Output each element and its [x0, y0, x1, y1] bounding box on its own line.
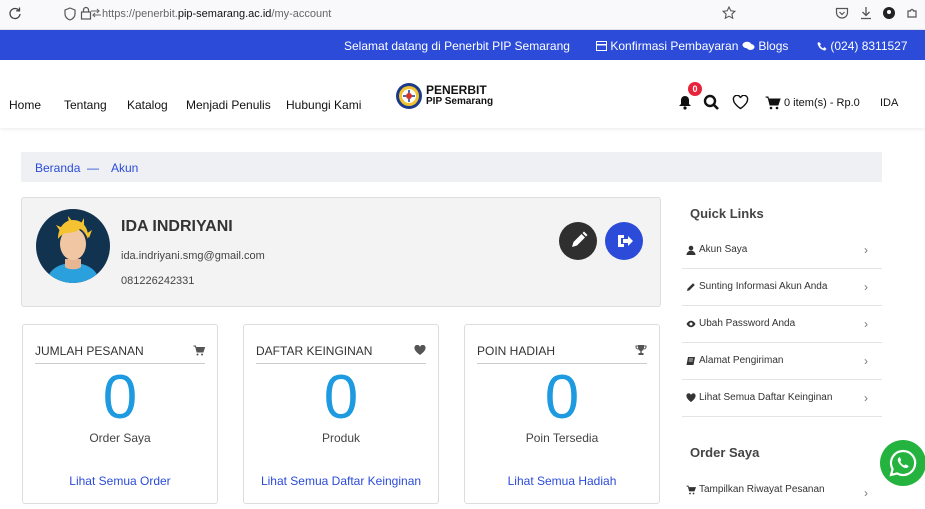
quick-link-ubah-password[interactable]: Ubah Password Anda › — [682, 306, 882, 343]
quick-link-label: Ubah Password Anda — [699, 318, 796, 329]
quick-link-sunting-informasi[interactable]: Sunting Informasi Akun Anda › — [682, 269, 882, 306]
stat-subtitle: Poin Tersedia — [525, 431, 599, 445]
phone-icon — [817, 42, 827, 51]
url-bar[interactable]: https://penerbit.pip-semarang.ac.id/my-a… — [102, 8, 331, 20]
search-icon[interactable] — [703, 94, 720, 111]
stat-card-orders: JUMLAH PESANAN 0 Order Saya Lihat Semua … — [22, 324, 218, 504]
breadcrumb-home[interactable]: Beranda — [35, 161, 80, 175]
profile-phone: 081226242331 — [121, 275, 195, 287]
blogs-link[interactable]: Blogs — [742, 39, 788, 53]
profile-card: IDA INDRIYANI ida.indriyani.smg@gmail.co… — [21, 197, 661, 307]
chevron-right-icon: › — [864, 317, 868, 331]
stat-title: POIN HADIAH — [477, 344, 556, 358]
stat-value: 0 — [544, 363, 580, 432]
breadcrumb-current: Akun — [111, 161, 139, 175]
chevron-right-icon: › — [864, 243, 868, 257]
stat-value: 0 — [102, 363, 138, 432]
stat-title: JUMLAH PESANAN — [35, 344, 144, 358]
quick-link-alamat-pengiriman[interactable]: Alamat Pengiriman › — [682, 343, 882, 380]
reload-icon[interactable] — [8, 6, 22, 20]
stat-value: 0 — [323, 363, 359, 432]
stat-title: DAFTAR KEINGINAN — [256, 344, 373, 358]
breadcrumb-separator: — — [87, 161, 99, 175]
welcome-text: Selamat datang di Penerbit PIP Semarang — [344, 39, 570, 53]
chevron-right-icon: › — [864, 280, 868, 294]
stat-card-wishlist: DAFTAR KEINGINAN 0 Produk Lihat Semua Da… — [243, 324, 439, 504]
profile-name: IDA INDRIYANI — [121, 218, 233, 235]
cart-icon[interactable] — [765, 96, 781, 110]
pocket-icon[interactable] — [835, 7, 849, 20]
shield-icon[interactable] — [64, 7, 76, 21]
nav-katalog[interactable]: Katalog — [127, 98, 168, 112]
pencil-icon — [572, 231, 588, 247]
site-logo[interactable]: PENERBIT PIP Semarang — [395, 82, 493, 110]
quick-link-label: Lihat Semua Daftar Keinginan — [699, 392, 833, 403]
notification-badge: 0 — [688, 82, 702, 96]
bookmark-star-icon[interactable] — [722, 6, 736, 20]
trophy-icon — [635, 344, 647, 356]
quick-link-label: Tampilkan Riwayat Pesanan — [699, 484, 825, 495]
logo-text-line1: PENERBIT — [426, 83, 487, 97]
account-icon[interactable] — [882, 6, 896, 20]
quick-link-label: Alamat Pengiriman — [699, 355, 784, 366]
whatsapp-icon — [889, 449, 917, 477]
quick-link-riwayat-pesanan[interactable]: Tampilkan Riwayat Pesanan › — [682, 472, 882, 509]
extensions-icon[interactable] — [905, 6, 919, 20]
cart-summary[interactable]: 0 item(s) - Rp.0 — [784, 97, 860, 109]
whatsapp-button[interactable] — [880, 440, 925, 486]
stat-subtitle: Order Saya — [89, 431, 151, 445]
cart-icon — [193, 345, 205, 356]
breadcrumb: Beranda — Akun — [21, 152, 882, 182]
nav-hubungi-kami[interactable]: Hubungi Kami — [286, 98, 361, 112]
user-icon — [686, 245, 696, 255]
confirm-payment-link[interactable]: Konfirmasi Pembayaran — [596, 39, 738, 53]
logo-emblem — [396, 83, 422, 109]
eye-icon — [686, 320, 696, 328]
browser-toolbar: https://penerbit.pip-semarang.ac.id/my-a… — [0, 0, 925, 30]
stat-card-rewards: POIN HADIAH 0 Poin Tersedia Lihat Semua … — [464, 324, 660, 504]
card-icon — [596, 41, 607, 51]
main-nav: Home Tentang Katalog Menjadi Penulis Hub… — [0, 60, 925, 128]
profile-email: ida.indriyani.smg@gmail.com — [121, 250, 265, 262]
nav-menjadi-penulis[interactable]: Menjadi Penulis — [186, 98, 271, 112]
pencil-icon — [687, 283, 695, 291]
heart-icon — [414, 345, 426, 356]
permissions-icon[interactable] — [90, 7, 102, 19]
logout-button[interactable] — [605, 222, 643, 260]
stat-subtitle: Produk — [321, 431, 361, 445]
cart-icon — [686, 485, 696, 495]
sign-out-icon — [618, 235, 633, 247]
quick-link-label: Sunting Informasi Akun Anda — [699, 281, 828, 292]
chevron-right-icon: › — [864, 486, 868, 500]
quick-links-title: Quick Links — [690, 206, 764, 221]
nav-tentang[interactable]: Tentang — [64, 98, 107, 112]
view-all-orders-link[interactable]: Lihat Semua Order — [23, 474, 217, 488]
view-all-wishlist-link[interactable]: Lihat Semua Daftar Keinginan — [244, 474, 438, 488]
chevron-right-icon: › — [864, 391, 868, 405]
chevron-right-icon: › — [864, 354, 868, 368]
logo-text-line2: PIP Semarang — [426, 96, 494, 107]
wishlist-heart-icon[interactable] — [732, 95, 749, 110]
book-icon — [686, 357, 695, 365]
download-icon[interactable] — [859, 6, 873, 20]
user-menu[interactable]: IDA — [880, 97, 898, 109]
bell-icon[interactable] — [678, 95, 692, 110]
avatar — [36, 209, 110, 283]
order-title: Order Saya — [690, 445, 760, 460]
quick-link-label: Akun Saya — [699, 244, 748, 255]
quick-link-akun-saya[interactable]: Akun Saya › — [682, 232, 882, 269]
view-all-rewards-link[interactable]: Lihat Semua Hadiah — [465, 474, 659, 488]
heart-icon — [686, 393, 696, 402]
edit-profile-button[interactable] — [559, 222, 597, 260]
top-info-bar: Selamat datang di Penerbit PIP Semarang … — [0, 30, 925, 60]
phone-link[interactable]: (024) 8311527 — [817, 39, 908, 53]
nav-home[interactable]: Home — [9, 98, 41, 112]
quick-link-daftar-keinginan[interactable]: Lihat Semua Daftar Keinginan › — [682, 380, 882, 417]
comments-icon — [742, 41, 755, 50]
